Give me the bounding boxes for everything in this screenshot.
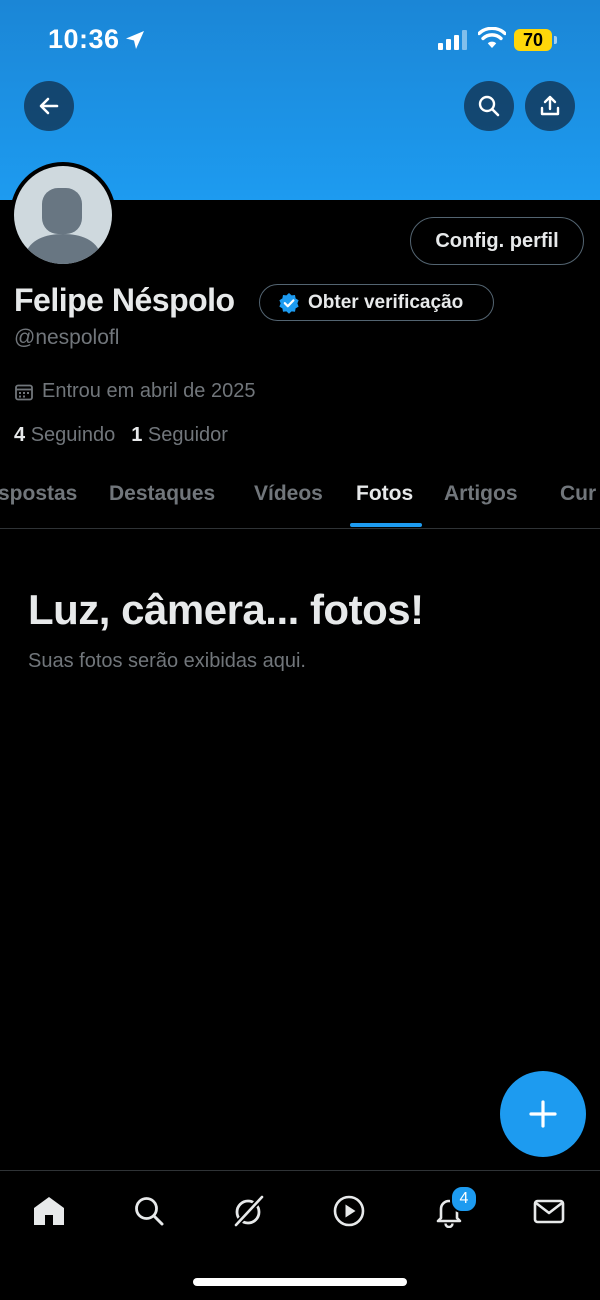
profile-handle: @nespolofl [14,326,120,349]
battery-level: 70 [514,29,552,51]
plus-icon [529,1100,557,1128]
default-avatar-icon [24,188,102,264]
notification-badge: 4 [450,1185,478,1213]
signal-icon [438,30,467,50]
edit-profile-button[interactable]: Config. perfil [410,217,584,265]
calendar-icon [15,384,33,400]
wifi-icon [478,27,506,48]
back-button[interactable] [24,81,74,131]
compose-button[interactable] [500,1071,586,1157]
status-time: 10:36 [48,24,120,54]
empty-state-title: Luz, câmera... fotos! [28,586,424,633]
nav-search[interactable] [124,1189,174,1233]
followers-link[interactable]: 1 Seguidor [131,424,228,447]
messages-icon [533,1199,565,1224]
tab-fotos[interactable]: Fotos [356,482,413,506]
joined-date: Entrou em abril de 2025 [14,380,255,403]
nav-messages[interactable] [524,1189,574,1233]
joined-label: Entrou em abril de 2025 [42,380,256,402]
home-icon [34,1197,64,1225]
nav-video[interactable] [324,1189,374,1233]
status-bar: 10:36 70 [0,0,600,80]
active-tab-indicator [350,523,422,527]
nav-home[interactable] [24,1189,74,1233]
nav-grok[interactable] [224,1189,274,1233]
search-icon [135,1197,164,1226]
tab-curtidas[interactable]: Cur [560,482,596,506]
verified-badge-icon [279,292,299,314]
following-link[interactable]: 4 Seguindo [14,424,115,447]
arrow-left-icon [39,97,59,115]
nav-notifications[interactable]: 4 [424,1185,478,1233]
tab-videos[interactable]: Vídeos [254,482,323,506]
share-icon [540,95,560,116]
tab-destaques[interactable]: Destaques [109,482,215,506]
profile-name: Felipe Néspolo [14,282,235,318]
video-icon [333,1195,365,1227]
tab-respostas[interactable]: spostas [0,482,77,506]
share-button[interactable] [525,81,575,131]
search-button[interactable] [464,81,514,131]
get-verified-label: Obter verificação [308,291,464,313]
battery-indicator: 70 [514,29,558,51]
get-verified-button[interactable]: Obter verificação [259,284,494,321]
avatar[interactable] [10,162,116,268]
tab-artigos[interactable]: Artigos [444,482,518,506]
profile-tabs: spostas Destaques Vídeos Fotos Artigos C… [0,468,600,529]
home-indicator [193,1278,407,1286]
grok-icon [233,1194,265,1228]
follow-stats: 4 Seguindo 1 Seguidor [14,424,228,447]
location-arrow-icon [126,31,144,49]
empty-state-subtitle: Suas fotos serão exibidas aqui. [28,650,306,672]
search-icon [478,95,500,117]
